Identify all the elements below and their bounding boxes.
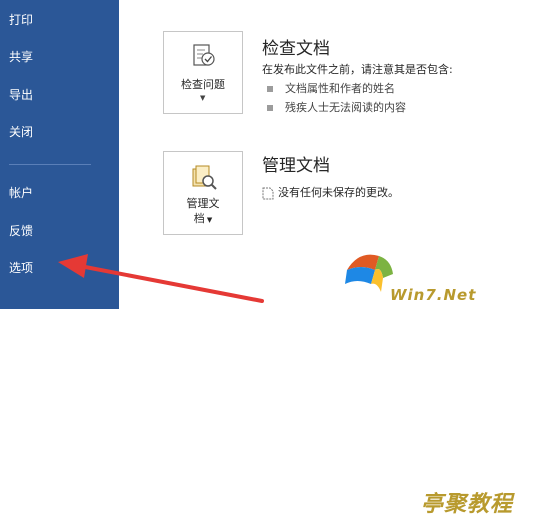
watermark-text-bottom: Win7.Net: [390, 286, 477, 304]
watermark-text-top: 亭聚教程: [421, 492, 514, 517]
